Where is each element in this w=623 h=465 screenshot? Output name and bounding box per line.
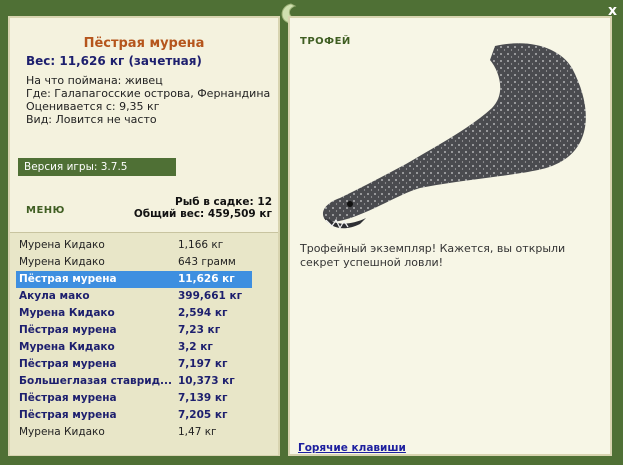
catch-list-item[interactable]: Пёстрая мурена 11,626 кг <box>16 271 252 288</box>
catch-fish-weight: 2,594 кг <box>178 307 228 319</box>
catch-fish-name: Мурена Кидако <box>19 341 115 353</box>
catch-fish-name: Мурена Кидако <box>19 307 115 319</box>
catch-fish-weight: 11,626 кг <box>178 273 235 285</box>
keep-total: Общий вес: 459,509 кг <box>133 208 272 220</box>
catch-fish-name: Пёстрая мурена <box>19 273 117 285</box>
trophy-message: Трофейный экземпляр! Кажется, вы открыли… <box>300 242 566 269</box>
version-bar: Версия игры: 3.7.5 <box>18 158 176 176</box>
catch-fish-weight: 7,23 кг <box>178 324 221 336</box>
catch-fish-weight: 643 грамм <box>178 256 236 268</box>
catch-fish-name: Пёстрая мурена <box>19 409 117 421</box>
catch-fish-weight: 7,139 кг <box>178 392 228 404</box>
catch-fish-name: Большеглазая ставрид... <box>19 375 173 387</box>
hotkeys-link[interactable]: Горячие клавиши <box>298 442 406 454</box>
catch-list: Мурена Кидако 1,166 кг Мурена Кидако 643 гр… <box>10 232 278 455</box>
catch-fish-weight: 1,166 кг <box>178 239 224 251</box>
catch-fish-weight: 7,197 кг <box>178 358 228 370</box>
catch-list-item[interactable]: Мурена Кидако 1,47 кг <box>16 424 252 441</box>
catch-fish-weight: 399,661 кг <box>178 290 243 302</box>
location-info: Где: Галапагосские острова, Фернандина <box>26 87 271 100</box>
catch-list-item[interactable]: Пёстрая мурена 7,139 кг <box>16 390 252 407</box>
catch-fish-name: Пёстрая мурена <box>19 392 117 404</box>
catch-list-item[interactable]: Пёстрая мурена 7,205 кг <box>16 407 252 424</box>
catch-fish-name: Пёстрая мурена <box>19 324 117 336</box>
catch-list-item[interactable]: Пёстрая мурена 7,23 кг <box>16 322 252 339</box>
moray-eel-image <box>310 38 600 241</box>
fish-weight: Вес: 11,626 кг (зачетная) <box>26 54 202 68</box>
menu-button[interactable]: МЕНЮ <box>26 205 65 216</box>
catch-list-item[interactable]: Мурена Кидако 3,2 кг <box>16 339 252 356</box>
fish-title: Пёстрая мурена <box>83 36 205 51</box>
catch-fish-weight: 1,47 кг <box>178 426 217 438</box>
estimate-info: Оценивается с: 9,35 кг <box>26 100 160 113</box>
catch-list-item[interactable]: Мурена Кидако 643 грамм <box>16 254 252 271</box>
catch-list-item[interactable]: Акула мако 399,661 кг <box>16 288 252 305</box>
catch-fish-name: Акула мако <box>19 290 90 302</box>
catch-fish-name: Мурена Кидако <box>19 239 105 251</box>
app-window: x Пёстрая мурена Вес: 11,626 кг (зачетна… <box>0 0 623 465</box>
catch-info-panel: Пёстрая мурена Вес: 11,626 кг (зачетная)… <box>8 16 280 456</box>
catch-list-item[interactable]: Мурена Кидако 1,166 кг <box>16 237 252 254</box>
catch-fish-weight: 10,373 кг <box>178 375 235 387</box>
keep-summary: Рыб в садке: 12 Общий вес: 459,509 кг <box>134 196 272 220</box>
catch-fish-name: Мурена Кидако <box>19 426 105 438</box>
bait-info: На что поймана: живец <box>26 74 163 87</box>
catch-fish-name: Пёстрая мурена <box>19 358 117 370</box>
catch-list-item[interactable]: Большеглазая ставрид... 10,373 кг <box>16 373 252 390</box>
keep-count: Рыб в садке: 12 <box>175 196 272 208</box>
catch-fish-name: Мурена Кидако <box>19 256 105 268</box>
catch-list-item[interactable]: Мурена Кидако 2,594 кг <box>16 305 252 322</box>
catch-fish-weight: 3,2 кг <box>178 341 213 353</box>
catch-list-item[interactable]: Пёстрая мурена 7,197 кг <box>16 356 252 373</box>
catch-fish-weight: 7,205 кг <box>178 409 228 421</box>
trophy-panel: ТРОФЕЙ Трофейный экземпляр! Кажется, вы … <box>288 16 612 456</box>
kind-info: Вид: Ловится не часто <box>26 113 157 126</box>
